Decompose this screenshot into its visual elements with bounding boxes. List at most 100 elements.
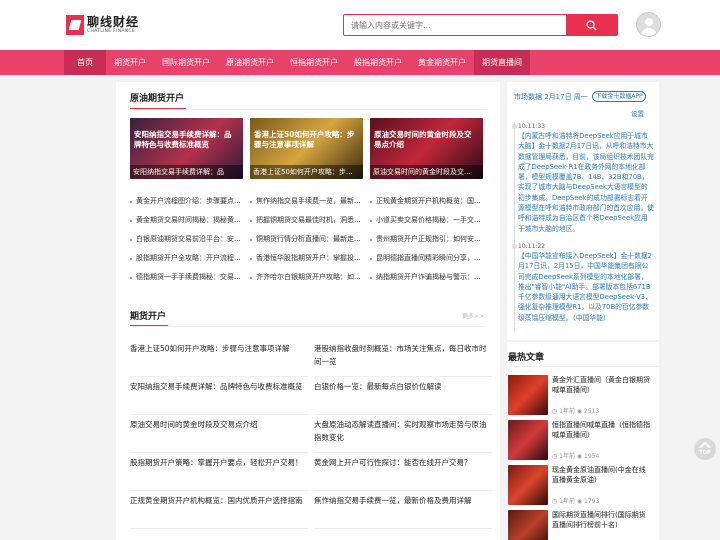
site-logo[interactable]: 聊线财经 CHATLINE FINANCE — [66, 14, 139, 36]
eye-icon: ◉ — [574, 408, 585, 415]
divider — [130, 109, 486, 110]
futures-article-link[interactable]: 黄金网上开户可行性探讨：能否在线开户交易？ — [314, 453, 492, 491]
hot-article-title[interactable]: 现金黄金原油直播间(中金在线直播黄金原油) — [552, 465, 652, 485]
article-link[interactable]: 白银原油期货交易前沿平台：安... — [130, 230, 250, 249]
hot-article-ago: 1年前 — [559, 408, 575, 415]
hot-articles-title: 最热文章 — [508, 353, 545, 363]
card-title: 原油交易时间的黄金时段及交易点介绍 — [374, 130, 472, 149]
article-link[interactable]: 齐齐哈尔白银期货开户攻略：如... — [250, 268, 370, 287]
featured-card[interactable]: 原油交易时间的黄金时段及交易点介绍原油交易时间的黄金时段及交... — [370, 118, 483, 179]
hot-article-ago: 1年前 — [559, 498, 575, 505]
news-text[interactable]: 【中国华能宣布接入DeepSeek】金十数据2月17日讯，2月15日，中国华能集… — [518, 251, 654, 323]
nav-item-4[interactable]: 恒指期货开户 — [282, 50, 346, 75]
article-link[interactable]: 焦作纳指交易手续费一览，最新... — [250, 192, 370, 211]
nav-item-1[interactable]: 期货开户 — [106, 50, 154, 75]
eye-icon: ◉ — [574, 498, 585, 505]
section-title-futures: 期货开户 — [130, 312, 167, 322]
card-caption[interactable]: 香港上证50如何开户攻略：步... — [250, 165, 363, 179]
card-title: 香港上证50如何开户攻略：步骤与注意事项详解 — [254, 130, 355, 149]
market-date: 市场数据 2月17日 周一 — [514, 93, 588, 101]
back-to-top-button[interactable]: TOP — [694, 438, 716, 460]
user-avatar-icon[interactable] — [636, 12, 661, 37]
hot-article[interactable]: 现金黄金原油直播间(中金在线直播黄金原油) ◷ 1年前 ◉ 1793 — [508, 465, 658, 505]
more-link[interactable]: 更多>> — [462, 311, 484, 320]
featured-card[interactable]: 安阳纳指交易手续费详解：品牌特色与收费标准概览安阳纳指交易手续费详解：品 — [130, 118, 243, 179]
nav-item-5[interactable]: 股指期货开户 — [346, 50, 410, 75]
top-header: 聊线财经 CHATLINE FINANCE — [0, 0, 720, 50]
hot-article-title[interactable]: 黄金外汇直播间（黄金白银期货喊单直播间） — [552, 375, 652, 395]
hot-article-thumbnail[interactable] — [508, 420, 548, 460]
hot-article-thumbnail[interactable] — [508, 465, 548, 505]
nav-item-3[interactable]: 原油期货开户 — [218, 50, 282, 75]
hot-article-meta: ◷ 1年前 ◉ 1954 — [552, 451, 599, 460]
article-link[interactable]: 股指期货开户全攻略：开户流程... — [130, 249, 250, 268]
search-input[interactable] — [344, 15, 564, 35]
market-data-panel: 市场数据 2月17日 周一 下载金十数据APP 设置 10:11:33 【内蒙古呼… — [507, 82, 659, 340]
article-link[interactable]: 黄金开户流程图介绍：步骤要点... — [130, 192, 250, 211]
futures-article-link[interactable]: 焦作纳指交易手续费一览，最新价格及费用详解 — [314, 491, 492, 529]
news-item: 10:11:22 【中国华能宣布接入DeepSeek】金十数据2月17日讯，2月1… — [512, 242, 654, 323]
article-link[interactable]: 铜期货行情分析直播间：最新走... — [250, 230, 370, 249]
hot-article-title[interactable]: 恒指直播间喊单直播（恒指德指喊单直播间） — [552, 420, 652, 440]
article-link[interactable]: 昆明德指直播间精彩瞬间分享，... — [370, 249, 490, 268]
hot-article-views: 1793 — [584, 498, 600, 505]
main-content: 原油期货开户 安阳纳指交易手续费详解：品牌特色与收费标准概览 安阳纳指交易手续费详… — [116, 82, 500, 540]
hot-article-ago: 1年前 — [559, 453, 575, 460]
hot-article[interactable]: 国际期货直播间排行(国际期货直播间排行榜前十名)◷ 1年前 ◉ 1785 — [508, 510, 658, 540]
hot-article-thumbnail[interactable] — [508, 510, 548, 540]
futures-article-link[interactable]: 大盘原油动态解读直播间：实时观察市场走势与原油指数变化 — [314, 415, 492, 453]
search-button[interactable] — [566, 15, 617, 35]
card-title: 安阳纳指交易手续费详解：品牌特色与收费标准概览 — [134, 130, 232, 149]
article-link[interactable]: 把握铜期货交易最佳时机，洞悉... — [250, 211, 370, 230]
news-item: 10:11:33 【内蒙古呼和浩特将DeepSeek应用于城市大脑】金十数据2月1… — [512, 122, 654, 234]
news-time: 10:11:33 — [518, 123, 545, 130]
crude-link-list: 黄金开户流程图介绍：步骤要点... 焦作纳指交易手续费一览，最新... 正规黄金期货… — [130, 192, 490, 287]
nav-item-6[interactable]: 黄金期货开户 — [410, 50, 474, 75]
nav-item-7[interactable]: 期货直播间 — [474, 50, 530, 75]
download-app-button[interactable]: 下载金十数据APP — [592, 91, 646, 102]
futures-article-link[interactable]: 正规黄金期货开户机构概览：国内优质开户选择指南 — [130, 491, 308, 529]
futures-article-link[interactable]: 原油交易时间的黄金时段及交易点介绍 — [130, 415, 308, 453]
settings-link[interactable]: 设置 — [631, 108, 644, 118]
search-icon — [586, 19, 597, 31]
article-link[interactable]: 正规黄金期货开户机构概览：国... — [370, 192, 490, 211]
article-link[interactable]: 纳指期货开户诈骗揭秘与警示：... — [370, 268, 490, 287]
main-nav: 首页 期货开户 国际期货开户 原油期货开户 恒指期货开户 股指期货开户 黄金期货开户 期货直播… — [0, 50, 720, 75]
hot-article[interactable]: 黄金外汇直播间（黄金白银期货喊单直播间） ◷ 1年前 ◉ 2513 — [508, 375, 658, 415]
logo-mark-icon — [66, 15, 84, 35]
news-time: 10:11:22 — [518, 242, 545, 250]
article-link[interactable]: 小道买卖交易价格揭秘：一手交... — [370, 211, 490, 230]
hot-article-title[interactable]: 国际期货直播间排行(国际期货直播间排行榜前十名) — [552, 510, 652, 530]
logo-title: 聊线财经 — [87, 14, 140, 29]
logo-subtitle: CHATLINE FINANCE — [87, 28, 135, 34]
card-caption[interactable]: 安阳纳指交易手续费详解：品 — [130, 165, 243, 179]
article-link[interactable]: 黄金期货交易时间揭秘：揭秘黄... — [130, 211, 250, 230]
news-text[interactable]: 【内蒙古呼和浩特将DeepSeek应用于城市大脑】金十数据2月17日讯，从呼和浩… — [518, 131, 654, 234]
futures-article-link[interactable]: 香港上证50如何开户攻略：步骤与注意事项详解 — [130, 339, 308, 377]
timeline-dot-icon — [512, 243, 517, 249]
article-link[interactable]: 德指期货一手手续费揭秘：交易... — [130, 268, 250, 287]
futures-list: 香港上证50如何开户攻略：步骤与注意事项详解 港股纳指收盘时刻概览：市场关注焦点，… — [130, 339, 492, 529]
futures-article-link[interactable]: 安阳纳指交易手续费详解：品牌特色与收费标准概览 — [130, 377, 308, 415]
futures-article-link[interactable]: 白银价格一览：最新每点白银价位解读 — [314, 377, 492, 415]
featured-card[interactable]: 香港上证50如何开户攻略：步骤与注意事项详解香港上证50如何开户攻略：步... — [250, 118, 363, 179]
eye-icon: ◉ — [574, 453, 585, 460]
hot-article-meta: ◷ 1年前 ◉ 2513 — [552, 406, 599, 415]
futures-article-link[interactable]: 股指期货开户策略：掌握开户要点，轻松开户交易！ — [130, 453, 308, 491]
article-link[interactable]: 香港恒华股指期货开户：掌握投... — [250, 249, 370, 268]
hot-article-views: 2513 — [584, 408, 600, 415]
hot-article-meta: ◷ 1年前 ◉ 1793 — [552, 496, 599, 505]
search-box — [343, 14, 618, 36]
futures-article-link[interactable]: 港股纳指收盘时刻概览：市场关注焦点，每日收市时间一览 — [314, 339, 492, 377]
divider — [130, 326, 486, 327]
hot-article[interactable]: 恒指直播间喊单直播（恒指德指喊单直播间） ◷ 1年前 ◉ 1954 — [508, 420, 658, 460]
featured-cards: 安阳纳指交易手续费详解：品牌特色与收费标准概览 安阳纳指交易手续费详解：品 香港上证… — [130, 118, 483, 179]
hot-article-views: 1954 — [584, 453, 600, 460]
section-title-crude: 原油期货开户 — [130, 94, 185, 104]
card-caption[interactable]: 原油交易时间的黄金时段及交... — [370, 165, 483, 179]
hot-article-thumbnail[interactable] — [508, 375, 548, 415]
nav-item-2[interactable]: 国际期货开户 — [154, 50, 218, 75]
news-timeline: 10:11:33 【内蒙古呼和浩特将DeepSeek应用于城市大脑】金十数据2月1… — [512, 122, 654, 332]
article-link[interactable]: 贵州期货开户正规指引：如何安... — [370, 230, 490, 249]
nav-item-0[interactable]: 首页 — [64, 50, 106, 75]
